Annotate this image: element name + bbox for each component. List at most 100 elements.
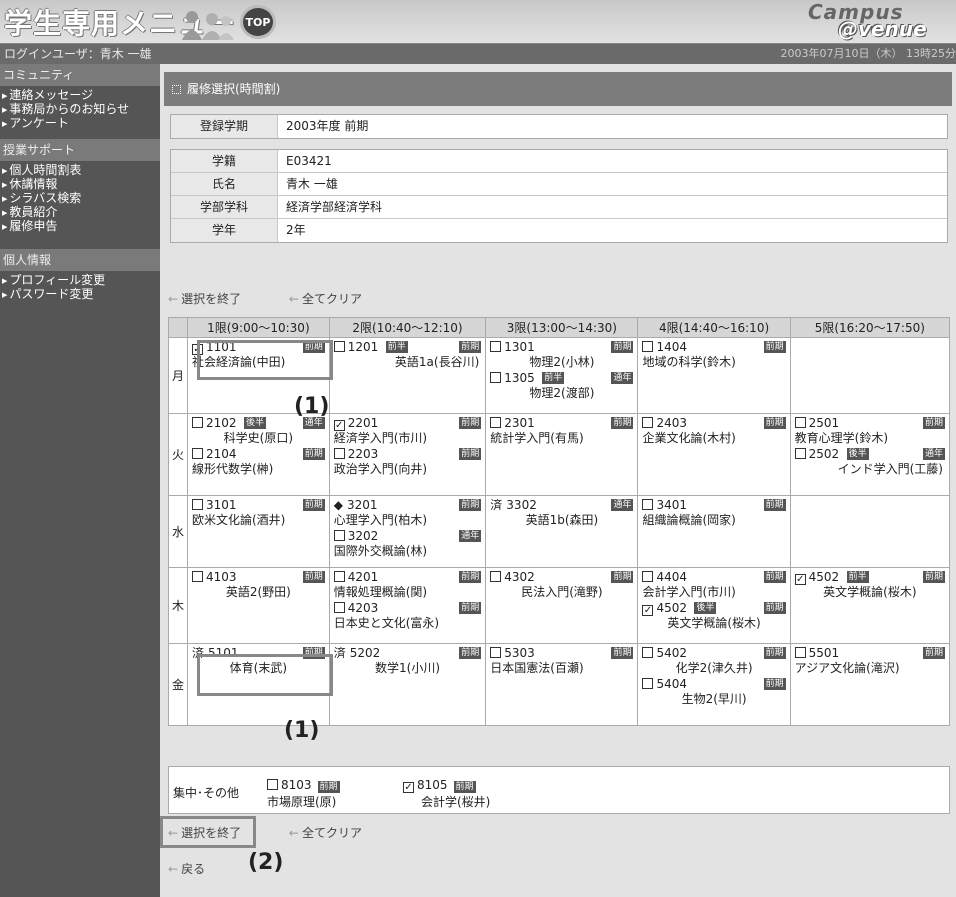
- course-entry[interactable]: 5404 前期 生物2(早川): [642, 677, 786, 707]
- course-checkbox[interactable]: [333, 341, 345, 352]
- term-tag: 前期: [922, 417, 945, 429]
- sidebar-item-timetable[interactable]: 個人時間割表: [0, 164, 160, 178]
- status-mark: ◆: [333, 498, 343, 512]
- course-entry[interactable]: 1301 前期 物理2(小林): [490, 340, 634, 370]
- course-checkbox[interactable]: [333, 530, 345, 541]
- sidebar-item-messages[interactable]: 連絡メッセージ: [0, 89, 160, 103]
- course-entry[interactable]: ✓ 4502 前半 前期 英文学概論(桜木): [794, 570, 945, 600]
- course-entry[interactable]: ✓ 2201 前期 経済学入門(市川): [333, 416, 482, 446]
- clear-all-link-bottom[interactable]: ← 全てクリア: [289, 826, 384, 840]
- course-entry[interactable]: 2102 後半 通年 科学史(原口): [192, 416, 325, 446]
- course-checkbox[interactable]: [192, 448, 203, 459]
- term-tag: 前期: [453, 781, 476, 793]
- course-checkbox[interactable]: [192, 499, 203, 510]
- course-checkbox[interactable]: [490, 417, 502, 428]
- finish-selection-link-bottom[interactable]: ← 選択を終了: [168, 826, 263, 840]
- course-entry[interactable]: 2403 前期 企業文化論(木村): [642, 416, 786, 446]
- course-entry[interactable]: 5501 前期 アジア文化論(滝沢): [794, 646, 945, 676]
- course-entry[interactable]: 3101 前期 欧米文化論(酒井): [192, 498, 325, 528]
- sidebar-item-office-notices[interactable]: 事務局からのお知らせ: [0, 103, 160, 117]
- course-checkbox[interactable]: [490, 571, 502, 582]
- course-checkbox[interactable]: [192, 571, 203, 582]
- timetable-cell: 4201 前期 情報処理概論(関) 4203 前期 日本史と文化(富永): [328, 567, 487, 644]
- course-checkbox[interactable]: [333, 602, 345, 613]
- top-button[interactable]: TOP: [240, 5, 276, 39]
- course-code: 5404: [656, 677, 688, 691]
- sidebar-item-profile[interactable]: プロフィール変更: [0, 274, 160, 288]
- sidebar-item-password[interactable]: パスワード変更: [0, 288, 160, 302]
- course-checkbox-checked[interactable]: ✓: [794, 574, 806, 585]
- course-entry[interactable]: 2502 後半 通年 インド学入門(工藤): [794, 447, 945, 477]
- course-entry[interactable]: 4302 前期 民法入門(滝野): [490, 570, 634, 600]
- course-checkbox[interactable]: [794, 417, 806, 428]
- course-name: 組織論概論(岡家): [642, 513, 736, 527]
- course-entry[interactable]: 2501 前期 教育心理学(鈴木): [794, 416, 945, 446]
- sidebar-item-registration[interactable]: 履修申告: [0, 220, 160, 234]
- course-entry[interactable]: 1404 前期 地域の科学(鈴木): [642, 340, 786, 370]
- course-entry[interactable]: ◆ 3201 前期 心理学入門(柏木): [334, 498, 482, 528]
- clear-all-link-top[interactable]: ← 全てクリア: [289, 292, 384, 306]
- course-checkbox[interactable]: [642, 417, 654, 428]
- timetable-cell: 4404 前期 会計学入門(市川) ✓ 4502 後半 前期 英文学概論(桜木): [637, 567, 791, 644]
- course-entry[interactable]: 4404 前期 会計学入門(市川): [642, 570, 786, 600]
- course-checkbox[interactable]: [642, 499, 654, 510]
- back-link[interactable]: ← 戻る: [168, 862, 227, 876]
- term-tag: 前期: [763, 602, 786, 614]
- course-entry[interactable]: 1201 前半 前期 英語1a(長谷川): [333, 340, 482, 370]
- sidebar-item-cancellations[interactable]: 休講情報: [0, 178, 160, 192]
- course-entry[interactable]: 4103 前期 英語2(野田): [192, 570, 325, 600]
- course-checkbox[interactable]: [794, 647, 806, 658]
- course-entry[interactable]: 済 5101 前期 体育(末武): [192, 646, 325, 676]
- course-checkbox[interactable]: [333, 448, 345, 459]
- term-tag: 前期: [922, 647, 945, 659]
- course-code: 1305: [504, 371, 535, 385]
- finish-selection-link-top[interactable]: ← 選択を終了: [168, 292, 263, 306]
- half-term-tag: 後半: [244, 417, 267, 429]
- course-entry[interactable]: 4203 前期 日本史と文化(富永): [333, 601, 482, 631]
- course-entry[interactable]: 8103 前期 市場原理(原): [267, 778, 340, 810]
- course-entry[interactable]: ✓ 1101 前期 社会経済論(中田): [192, 340, 325, 370]
- course-entry[interactable]: ✓ 8105 前期 会計学(桜井): [403, 778, 490, 810]
- course-checkbox[interactable]: [333, 571, 345, 582]
- course-name: 英文学概論(桜木): [667, 616, 761, 630]
- course-entry[interactable]: 5402 前期 化学2(津久井): [642, 646, 786, 676]
- course-checkbox[interactable]: [490, 372, 502, 383]
- course-entry[interactable]: 3202 通年 国際外交概論(林): [333, 529, 482, 559]
- course-checkbox[interactable]: [642, 647, 654, 658]
- course-entry[interactable]: 3401 前期 組織論概論(岡家): [642, 498, 786, 528]
- course-checkbox-checked[interactable]: ✓: [192, 344, 203, 355]
- course-entry[interactable]: 2301 前期 統計学入門(有馬): [490, 416, 634, 446]
- course-checkbox[interactable]: [642, 678, 654, 689]
- sidebar-item-faculty[interactable]: 教員紹介: [0, 206, 160, 220]
- sidebar-category-class-support: 授業サポート: [0, 139, 160, 161]
- course-checkbox[interactable]: [642, 341, 654, 352]
- sidebar-item-syllabus-search[interactable]: シラバス検索: [0, 192, 160, 206]
- course-entry[interactable]: 5303 前期 日本国憲法(百瀬): [490, 646, 634, 676]
- course-entry[interactable]: 2203 前期 政治学入門(向井): [333, 447, 482, 477]
- course-checkbox[interactable]: [490, 647, 502, 658]
- course-name: 線形代数学(榊): [192, 462, 274, 476]
- info-label: 学年: [171, 219, 278, 242]
- timetable-cell: 1404 前期 地域の科学(鈴木): [637, 337, 791, 414]
- course-entry[interactable]: 1305 前半 通年 物理2(渡部): [490, 371, 634, 401]
- half-term-tag: 前半: [846, 571, 869, 583]
- term-tag: 前期: [922, 571, 945, 583]
- course-checkbox[interactable]: [794, 448, 806, 459]
- course-checkbox-checked[interactable]: ✓: [333, 420, 345, 431]
- course-code: 2502: [808, 447, 840, 461]
- course-checkbox-checked[interactable]: ✓: [642, 605, 654, 616]
- sidebar-item-survey[interactable]: アンケート: [0, 117, 160, 131]
- page-title-bar: 履修選択(時間割): [164, 72, 952, 106]
- course-entry[interactable]: ✓ 4502 後半 前期 英文学概論(桜木): [642, 601, 786, 631]
- course-code: 1101: [206, 340, 237, 354]
- course-checkbox[interactable]: [192, 417, 203, 428]
- course-entry[interactable]: 済 5202 前期 数学1(小川): [334, 646, 482, 676]
- course-checkbox[interactable]: [642, 571, 654, 582]
- course-entry[interactable]: 済 3302 通年 英語1b(森田): [490, 498, 634, 528]
- course-entry[interactable]: 4201 前期 情報処理概論(関): [333, 570, 482, 600]
- course-entry[interactable]: 2104 前期 線形代数学(榊): [192, 447, 325, 477]
- course-checkbox[interactable]: [267, 779, 278, 790]
- course-checkbox[interactable]: [490, 341, 502, 352]
- course-checkbox-checked[interactable]: ✓: [403, 782, 414, 793]
- term-tag: 前期: [459, 571, 482, 583]
